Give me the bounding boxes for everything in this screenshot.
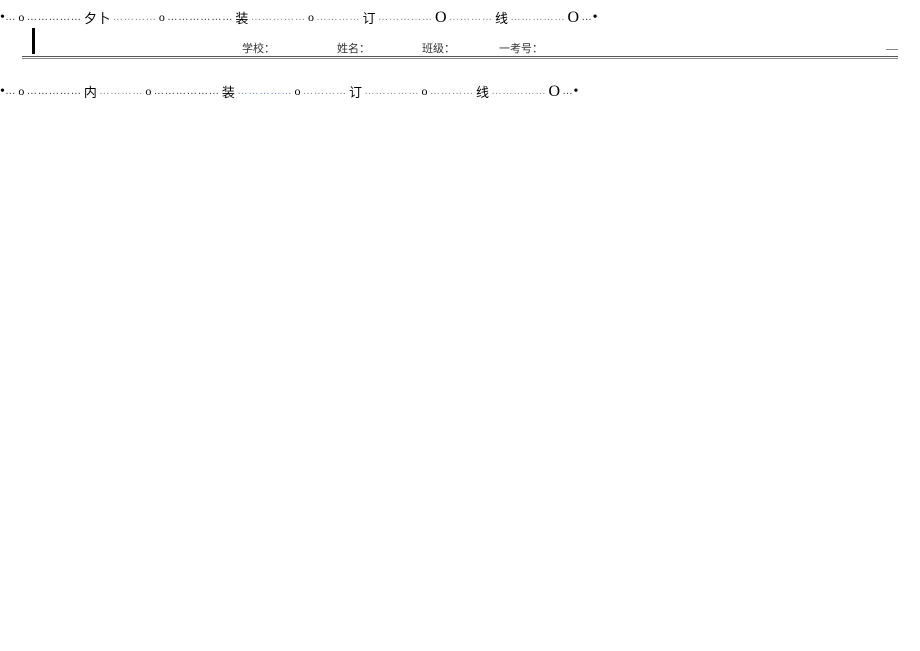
student-info-fields: 学校： 姓名： 班级： 一 考号： — xyxy=(22,40,898,56)
bullet-end: • xyxy=(593,10,598,26)
school-label: 学校： xyxy=(242,40,275,56)
circle-marker: o xyxy=(145,84,152,99)
bottom-binding-line: • … o …………… 内 ………… o ……………… 装 …………… o ……… xyxy=(0,82,920,101)
circle-marker: o xyxy=(421,84,428,99)
student-info-line: 学校： 姓名： 班级： 一 考号： — xyxy=(22,30,898,60)
underline xyxy=(22,56,898,57)
staple-char: 订 xyxy=(362,8,376,27)
line-char: 线 xyxy=(495,8,509,27)
binding-char: 装 xyxy=(235,8,249,27)
dots: …………… xyxy=(251,12,306,23)
line-char: 线 xyxy=(476,82,490,101)
outer-char: 夕卜 xyxy=(84,8,111,27)
circle-marker: o xyxy=(159,10,166,25)
dots: ………… xyxy=(449,12,493,23)
dots: … xyxy=(5,86,16,97)
dots: …………… xyxy=(378,12,433,23)
top-binding-line: • … o …………… 夕卜 ………… o ……………… 装 …………… o …… xyxy=(0,8,920,27)
dots: ……………… xyxy=(154,86,220,97)
underline-shadow xyxy=(22,58,898,59)
dots: …………… xyxy=(27,86,82,97)
binding-char: 装 xyxy=(222,82,236,101)
dots: ………… xyxy=(99,86,143,97)
class-label: 班级： xyxy=(422,40,455,56)
circle-marker: o xyxy=(294,84,301,99)
circle-marker: o xyxy=(308,10,315,25)
dots: …………… xyxy=(511,12,566,23)
inner-char: 内 xyxy=(84,82,98,101)
dots: … xyxy=(5,12,16,23)
dots: ………… xyxy=(430,86,474,97)
exam-no-label: 考号： xyxy=(510,40,543,56)
circle-marker: O xyxy=(548,83,560,101)
dots: …………… xyxy=(27,12,82,23)
dots: ………… xyxy=(113,12,157,23)
dots: … xyxy=(563,86,574,97)
dots: …………… xyxy=(237,86,292,97)
dots: …………… xyxy=(491,86,546,97)
staple-char: 订 xyxy=(349,82,363,101)
name-label: 姓名： xyxy=(337,40,370,56)
circle-marker: O xyxy=(435,9,447,27)
circle-marker: o xyxy=(18,84,25,99)
dots: ………… xyxy=(316,12,360,23)
exam-prefix: 一 xyxy=(499,40,510,56)
dots: …………… xyxy=(364,86,419,97)
dots: … xyxy=(582,12,593,23)
dash-end: — xyxy=(886,41,898,56)
bullet-end: • xyxy=(574,84,579,100)
dots: ………… xyxy=(303,86,347,97)
circle-marker: o xyxy=(18,10,25,25)
dots: ……………… xyxy=(167,12,233,23)
circle-marker: O xyxy=(568,9,580,27)
